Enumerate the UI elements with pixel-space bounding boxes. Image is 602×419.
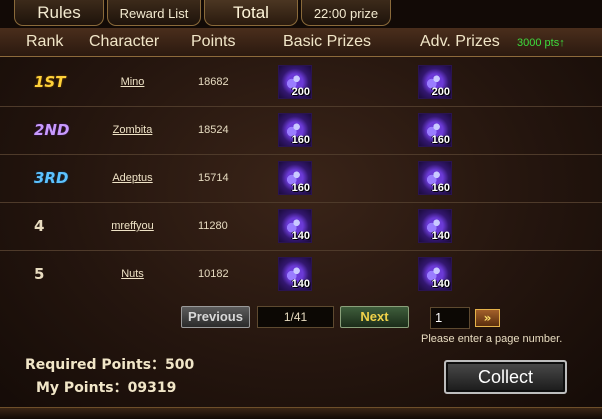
character-link[interactable]: Mino bbox=[90, 58, 175, 106]
prize-quantity: 140 bbox=[431, 230, 450, 242]
points-value: 11280 bbox=[198, 220, 228, 232]
adv-prize-crystal-icon[interactable]: 160 bbox=[418, 161, 452, 195]
required-points: Required Points：500 bbox=[25, 357, 195, 373]
prize-quantity: 160 bbox=[291, 182, 310, 194]
previous-button[interactable]: Previous bbox=[181, 306, 250, 328]
rank-label: 1ST bbox=[34, 73, 66, 91]
character-link[interactable]: Zombita bbox=[90, 106, 175, 154]
tab-total[interactable]: Total bbox=[204, 0, 298, 26]
basic-prize-crystal-icon[interactable]: 160 bbox=[278, 113, 312, 147]
character-link[interactable]: Adeptus bbox=[90, 154, 175, 202]
my-points: My Points：09319 bbox=[36, 380, 177, 396]
table-row: 2ND Zombita 18524 160 160 bbox=[0, 106, 602, 155]
header-character: Character bbox=[89, 33, 160, 50]
tab-22-prize[interactable]: 22:00 prize bbox=[301, 0, 391, 26]
prize-quantity: 200 bbox=[431, 86, 450, 98]
frame-bottom-border bbox=[0, 407, 602, 419]
ranking-panel: Rules Reward List Total 22:00 prize Rank… bbox=[0, 0, 602, 419]
page-indicator: 1/41 bbox=[257, 306, 334, 328]
table-row: 1ST Mino 18682 200 200 bbox=[0, 58, 602, 107]
double-chevron-right-icon[interactable]: » bbox=[475, 309, 500, 327]
table-row: 3RD Adeptus 15714 160 160 bbox=[0, 154, 602, 203]
rank-label: 4 bbox=[34, 217, 45, 235]
adv-prize-requirement: 3000 pts↑ bbox=[517, 37, 565, 49]
adv-prize-crystal-icon[interactable]: 140 bbox=[418, 257, 452, 291]
prize-quantity: 140 bbox=[291, 230, 310, 242]
rank-label: 3RD bbox=[34, 169, 69, 187]
table-header: Rank Character Points Basic Prizes Adv. … bbox=[0, 28, 602, 57]
header-points: Points bbox=[191, 33, 236, 50]
prize-quantity: 140 bbox=[431, 278, 450, 290]
tab-reward-list[interactable]: Reward List bbox=[107, 0, 201, 26]
prize-quantity: 160 bbox=[431, 134, 450, 146]
rank-label: 2ND bbox=[34, 121, 70, 139]
next-button[interactable]: Next bbox=[340, 306, 409, 328]
prize-quantity: 160 bbox=[291, 134, 310, 146]
page-hint: Please enter a page number. bbox=[421, 333, 563, 345]
points-value: 18524 bbox=[198, 124, 229, 136]
table-row: 4 mreffyou 11280 140 140 bbox=[0, 202, 602, 251]
character-link[interactable]: mreffyou bbox=[90, 202, 175, 250]
tab-rules[interactable]: Rules bbox=[14, 0, 104, 26]
points-value: 10182 bbox=[198, 268, 229, 280]
collect-button[interactable]: Collect bbox=[444, 360, 567, 394]
basic-prize-crystal-icon[interactable]: 140 bbox=[278, 257, 312, 291]
table-row: 5 Nuts 10182 140 140 bbox=[0, 250, 602, 298]
character-link[interactable]: Nuts bbox=[90, 250, 175, 298]
adv-prize-crystal-icon[interactable]: 200 bbox=[418, 65, 452, 99]
basic-prize-crystal-icon[interactable]: 200 bbox=[278, 65, 312, 99]
basic-prize-crystal-icon[interactable]: 160 bbox=[278, 161, 312, 195]
header-rank: Rank bbox=[26, 33, 64, 50]
rank-label: 5 bbox=[34, 265, 45, 283]
adv-prize-crystal-icon[interactable]: 140 bbox=[418, 209, 452, 243]
points-value: 15714 bbox=[198, 172, 229, 184]
basic-prize-crystal-icon[interactable]: 140 bbox=[278, 209, 312, 243]
prize-quantity: 160 bbox=[431, 182, 450, 194]
tab-bar: Rules Reward List Total 22:00 prize bbox=[0, 0, 602, 28]
adv-prize-crystal-icon[interactable]: 160 bbox=[418, 113, 452, 147]
points-value: 18682 bbox=[198, 76, 229, 88]
page-number-input[interactable]: 1 bbox=[430, 307, 470, 329]
prize-quantity: 140 bbox=[291, 278, 310, 290]
header-basic-prizes: Basic Prizes bbox=[283, 33, 372, 50]
header-adv-prizes: Adv. Prizes bbox=[420, 33, 500, 50]
prize-quantity: 200 bbox=[291, 86, 310, 98]
